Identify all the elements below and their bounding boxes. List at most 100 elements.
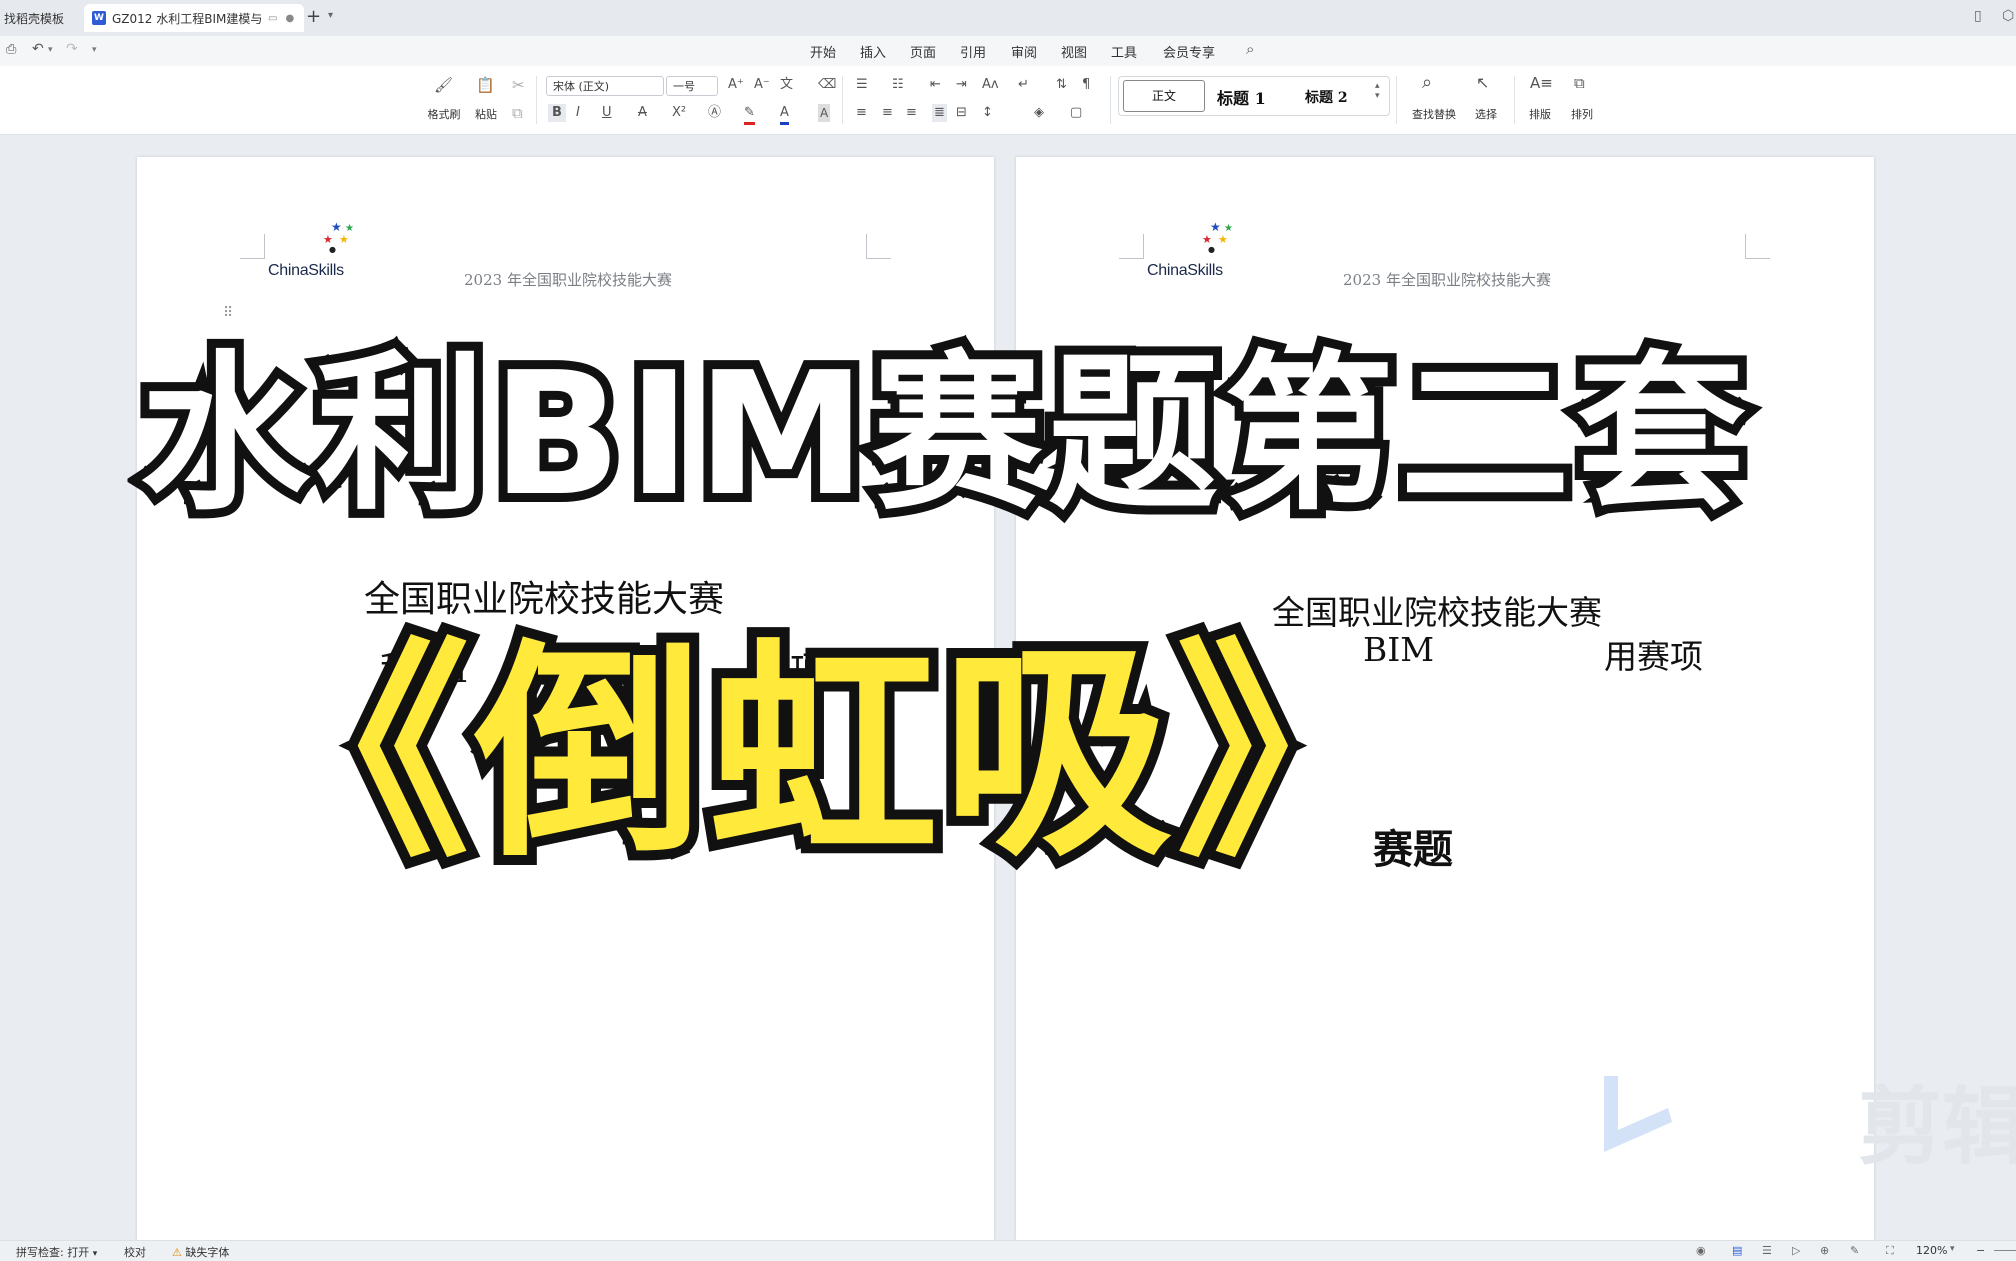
font-name-select[interactable]: 宋体 (正文) <box>546 76 664 96</box>
show-marks-icon[interactable]: ¶ <box>1082 76 1090 94</box>
decrease-indent-icon[interactable]: ⇤ <box>930 76 941 94</box>
logo-text: ChinaSkills <box>268 262 344 279</box>
highlight-icon[interactable]: ✎ <box>744 104 755 125</box>
tab-page[interactable]: 页面 <box>910 42 936 61</box>
proofread-button[interactable]: 校对 <box>124 1244 146 1260</box>
layout-button[interactable]: 排版 <box>1520 106 1560 122</box>
font-shrink-icon[interactable]: A⁻ <box>754 76 770 94</box>
watermark-text: 剪辑 <box>1858 1078 2016 1176</box>
tab-tools[interactable]: 工具 <box>1111 42 1137 61</box>
bullet-list-icon[interactable]: ☰ <box>856 76 868 94</box>
align-center-icon[interactable]: ≡ <box>882 104 893 122</box>
style-heading-1[interactable]: 标题 1 <box>1217 85 1266 109</box>
strikethrough-icon[interactable]: A <box>638 104 647 122</box>
chinese-layout-icon[interactable]: Aʌ <box>982 76 999 94</box>
justify-icon[interactable]: ≣ <box>932 104 947 122</box>
drag-handle-icon[interactable]: ⠿ <box>223 305 233 321</box>
pen-icon[interactable]: ✎ <box>1850 1244 1859 1257</box>
crop-mark <box>1119 234 1144 259</box>
paste-button[interactable]: 粘贴 <box>466 106 506 122</box>
svg-text:★: ★ <box>1218 233 1228 246</box>
style-heading-2[interactable]: 标题 2 <box>1305 87 1348 107</box>
copy-icon[interactable]: ⧉ <box>512 104 523 122</box>
spellcheck-toggle[interactable]: 拼写检查: 打开 ▾ <box>16 1244 97 1260</box>
chinaskills-stars-icon: ★ ★ ★ ★ ● <box>1202 220 1233 253</box>
zoom-slider[interactable] <box>1994 1250 2016 1251</box>
line-spacing-icon[interactable]: ↕ <box>982 104 993 122</box>
cube-icon[interactable]: ⬡ <box>2002 8 2014 24</box>
bold-icon[interactable]: B <box>548 104 566 122</box>
superscript-icon[interactable]: X² <box>672 104 686 122</box>
find-replace-button[interactable]: 查找替换 <box>1404 106 1464 122</box>
left-title-line1: 全国职业院校技能大赛 <box>364 579 725 620</box>
zoom-level[interactable]: 120% <box>1916 1244 1947 1257</box>
format-painter-icon: 🖌 <box>434 76 454 94</box>
redo-icon[interactable]: ↷ <box>66 41 78 57</box>
char-shading-icon[interactable]: A <box>818 104 831 122</box>
shading-icon[interactable]: ◈ <box>1034 104 1044 122</box>
tab-home[interactable]: 开始 <box>810 42 836 61</box>
tab-template-label: 找稻壳模板 <box>4 11 65 26</box>
text-effect-icon[interactable]: Ⓐ <box>708 104 721 122</box>
web-view-icon[interactable]: ⊕ <box>1820 1244 1829 1257</box>
chevron-down-icon: ▾ <box>92 1249 98 1259</box>
style-normal[interactable]: 正文 <box>1123 80 1205 112</box>
tab-review[interactable]: 审阅 <box>1011 42 1037 61</box>
warning-icon: ⚠ <box>172 1246 182 1259</box>
more-chevron-icon[interactable]: ▾ <box>92 45 97 55</box>
zoom-chevron-icon[interactable]: ▾ <box>1950 1244 1955 1254</box>
search-icon[interactable]: ⌕ <box>1246 40 1254 58</box>
arrange-icon: ⧉ <box>1574 74 1585 92</box>
align-left-icon[interactable]: ≡ <box>856 104 867 122</box>
border-icon[interactable]: ▢ <box>1070 104 1082 122</box>
font-size-select[interactable]: 一号 <box>666 76 718 96</box>
font-color-icon[interactable]: A <box>780 104 789 125</box>
sidebar-toggle-icon[interactable]: ▯ <box>1974 8 1982 24</box>
style-scroll-up-icon[interactable]: ▴ <box>1375 81 1380 91</box>
find-icon: ⌕ <box>1422 72 1433 93</box>
italic-icon[interactable]: I <box>576 104 580 122</box>
arrange-button[interactable]: 排列 <box>1562 106 1602 122</box>
outline-view-icon[interactable]: ☰ <box>1762 1244 1772 1257</box>
tab-insert[interactable]: 插入 <box>860 42 886 61</box>
overlay-subtitle: 《倒虹吸》 <box>230 620 1416 890</box>
align-right-icon[interactable]: ≡ <box>906 104 917 122</box>
undo-dropdown-chevron-icon[interactable]: ▾ <box>48 45 53 55</box>
ribbon-separator <box>842 76 843 124</box>
play-icon[interactable]: ▷ <box>1792 1244 1800 1257</box>
cut-icon[interactable]: ✂ <box>512 76 525 94</box>
tab-member[interactable]: 会员专享 <box>1163 42 1215 61</box>
phonetic-icon[interactable]: 文 <box>780 76 793 94</box>
tab-bar: 找稻壳模板 W GZ012 水利工程BIM建模与应 ▭ ● + ▾ ▯ ⬡ <box>0 0 2016 36</box>
underline-icon[interactable]: U <box>602 104 612 122</box>
undo-icon[interactable]: ↶ <box>32 41 44 57</box>
numbered-list-icon[interactable]: ☷ <box>892 76 904 94</box>
tab-template[interactable]: 找稻壳模板 <box>0 4 82 32</box>
tab-list-chevron-icon[interactable]: ▾ <box>328 10 333 21</box>
select-button[interactable]: 选择 <box>1466 106 1506 122</box>
format-painter-button[interactable]: 格式刷 <box>424 106 464 122</box>
clear-format-icon[interactable]: ⌫ <box>818 76 836 94</box>
tab-document[interactable]: W GZ012 水利工程BIM建模与应 ▭ ● <box>84 4 304 32</box>
style-gallery: 正文 标题 1 标题 2 ▴ ▾ <box>1118 76 1390 116</box>
crop-mark <box>240 234 265 259</box>
print-preview-icon[interactable]: ⎙ <box>6 42 16 57</box>
eye-icon[interactable]: ◉ <box>1696 1244 1706 1257</box>
increase-indent-icon[interactable]: ⇥ <box>956 76 967 94</box>
svg-text:●: ● <box>329 245 336 253</box>
new-tab-button[interactable]: + <box>306 6 321 27</box>
video-editor-logo-icon <box>1604 1076 1672 1152</box>
page-view-icon[interactable]: ▤ <box>1732 1244 1742 1257</box>
style-scroll-down-icon[interactable]: ▾ <box>1375 91 1380 101</box>
line-break-icon[interactable]: ↵ <box>1018 76 1029 94</box>
screen-icon[interactable]: ▭ <box>268 13 277 24</box>
font-grow-icon[interactable]: A⁺ <box>728 76 744 94</box>
fit-page-icon[interactable]: ⛶ <box>1886 1244 1894 1258</box>
tab-view[interactable]: 视图 <box>1061 42 1087 61</box>
zoom-out-icon[interactable]: − <box>1976 1244 1985 1257</box>
distribute-icon[interactable]: ⊟ <box>956 104 967 122</box>
tab-references[interactable]: 引用 <box>960 42 986 61</box>
tab-document-label: GZ012 水利工程BIM建模与应 <box>112 11 262 26</box>
sort-icon[interactable]: ⇅ <box>1056 76 1067 94</box>
missing-font-button[interactable]: ⚠ 缺失字体 <box>172 1244 229 1260</box>
